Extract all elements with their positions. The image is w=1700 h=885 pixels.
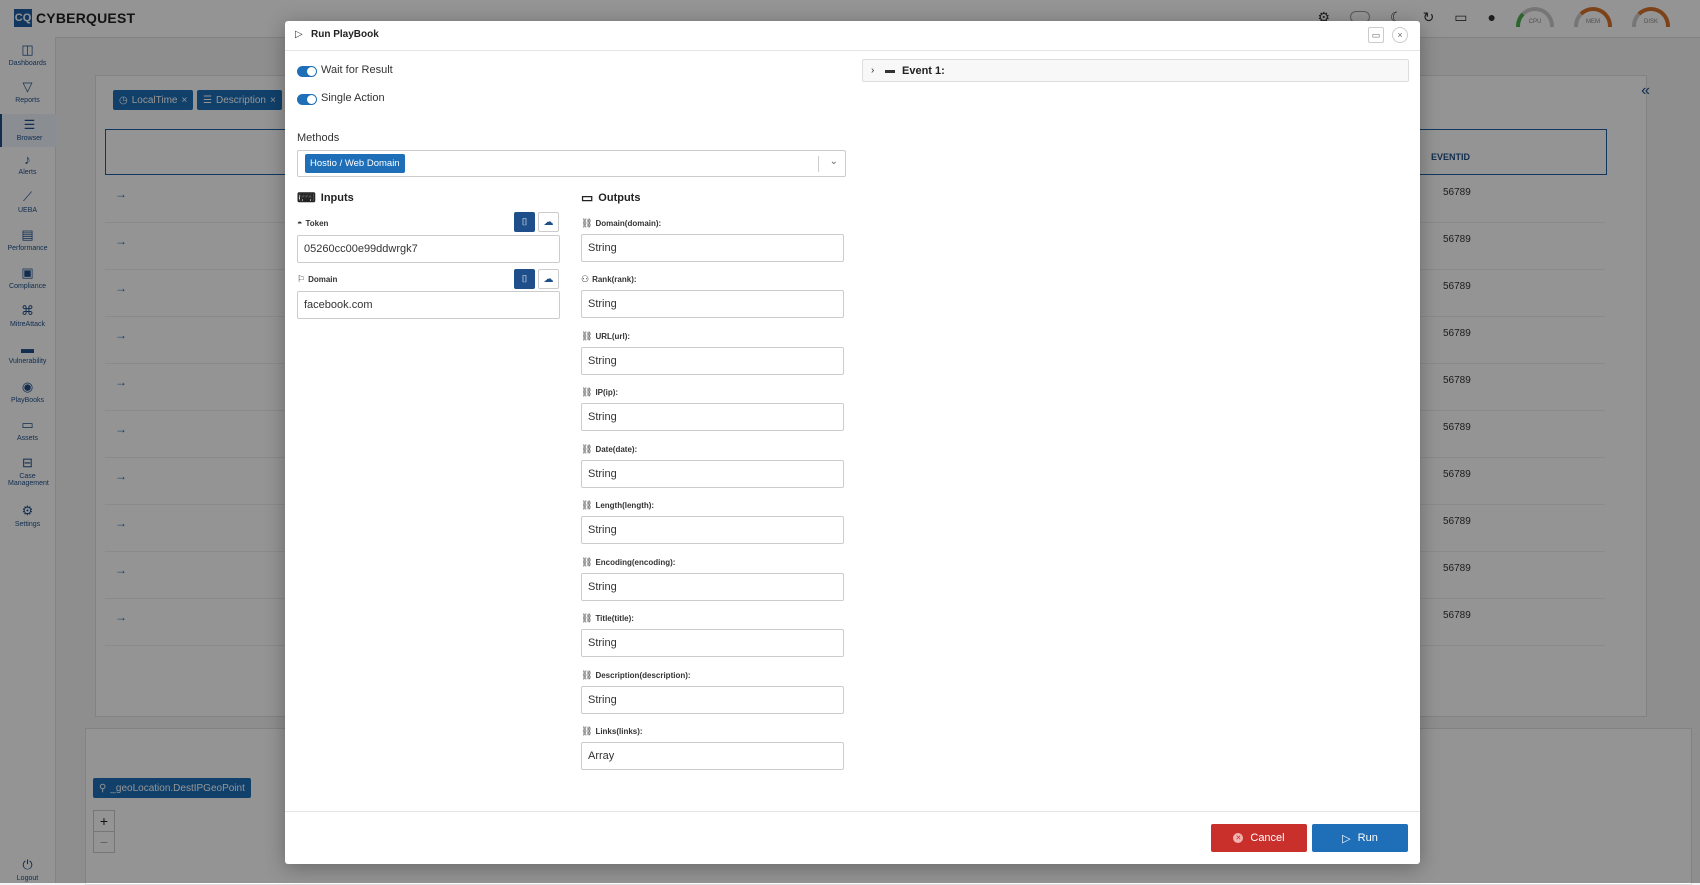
inputs-section-title: ⌨ Inputs [297, 190, 354, 206]
event-label: Event 1: [902, 65, 945, 77]
output-label-text: Rank(rank): [592, 275, 637, 284]
modal-title: Run PlayBook [311, 29, 379, 40]
output-length-field[interactable]: String [581, 516, 844, 544]
domain-icon: ⚐ [297, 274, 306, 284]
inputs-title: Inputs [320, 192, 354, 204]
output-label-text: Length(length): [595, 501, 655, 510]
output-url-field[interactable]: String [581, 347, 844, 375]
link-icon: ⛓ [581, 726, 593, 736]
camera-button[interactable]: ⌷ [514, 212, 535, 232]
token-label-text: Token [305, 218, 329, 228]
output-label: ⛓ URL(url): [581, 331, 630, 342]
output-ip-field[interactable]: String [581, 403, 844, 431]
single-action-toggle[interactable] [297, 94, 317, 105]
output-label: ⛓ Domain(domain): [581, 218, 661, 229]
output-label: ⛓ Encoding(encoding): [581, 557, 675, 568]
output-label-text: Description(description): [595, 671, 691, 680]
cloud-icon: ☁ [543, 273, 554, 285]
select-divider [818, 156, 819, 172]
token-icon: ◓ [297, 218, 303, 228]
output-rank-field[interactable]: String [581, 290, 844, 318]
link-icon: ⛓ [581, 387, 593, 397]
method-chip[interactable]: Hostio / Web Domain [305, 154, 405, 173]
output-label: ⛓ IP(ip): [581, 387, 618, 398]
keyboard-icon: ⌨ [297, 190, 316, 205]
output-label: ⛓ Date(date): [581, 444, 637, 455]
link-icon: ⛓ [581, 670, 593, 680]
link-icon: ⛓ [581, 500, 593, 510]
run-button[interactable]: ▷ Run [1312, 824, 1408, 852]
cloud-icon: ☁ [543, 216, 554, 228]
output-description-field[interactable]: String [581, 686, 844, 714]
output-label-text: Title(title): [595, 614, 634, 623]
output-label: ⛓ Description(description): [581, 670, 691, 681]
output-label-text: Links(links): [595, 727, 643, 736]
close-icon[interactable]: × [1392, 27, 1408, 43]
variable-button[interactable]: ☁ [538, 269, 559, 289]
link-icon: ⛓ [581, 218, 593, 228]
output-label-text: Domain(domain): [595, 219, 662, 228]
output-domain-field[interactable]: String [581, 234, 844, 262]
chevron-down-icon[interactable]: ⌄ [830, 156, 838, 167]
output-label-text: Date(date): [595, 445, 638, 454]
output-label-text: IP(ip): [595, 388, 619, 397]
camera-button[interactable]: ⌷ [514, 269, 535, 289]
run-playbook-modal: ▷ Run PlayBook ▭ × Wait for Result Singl… [285, 21, 1420, 864]
output-title-field[interactable]: String [581, 629, 844, 657]
output-label: ⛓ Length(length): [581, 500, 654, 511]
wait-for-result-label: Wait for Result [321, 64, 393, 76]
outputs-title: Outputs [598, 192, 641, 204]
link-icon: ⛓ [581, 444, 593, 454]
variable-button[interactable]: ☁ [538, 212, 559, 232]
modal-header: ▷ Run PlayBook ▭ × [285, 21, 1420, 51]
event-accordion[interactable]: › ▬ Event 1: [862, 59, 1409, 82]
modal-footer: ✕ Cancel ▷ Run [285, 811, 1420, 865]
link-icon: ⛓ [581, 613, 593, 623]
output-label: ⛓ Links(links): [581, 726, 643, 737]
token-input[interactable]: 05260cc00e99ddwrgk7 [297, 235, 560, 263]
output-label: ⚇ Rank(rank): [581, 274, 637, 285]
token-label: ◓ Token [297, 218, 328, 228]
domain-label-text: Domain [308, 275, 338, 284]
play-icon: ▷ [295, 29, 303, 40]
single-action-label: Single Action [321, 92, 385, 104]
domain-label: ⚐ Domain [297, 274, 337, 285]
output-label-text: URL(url): [595, 332, 631, 341]
link-icon: ⛓ [581, 331, 593, 341]
methods-select[interactable]: Hostio / Web Domain ⌄ [297, 150, 846, 177]
cancel-button[interactable]: ✕ Cancel [1211, 824, 1307, 852]
hierarchy-icon: ⚇ [581, 274, 590, 284]
camera-icon: ⌷ [521, 273, 528, 285]
cancel-icon: ✕ [1233, 833, 1244, 843]
domain-input[interactable]: facebook.com [297, 291, 560, 319]
folder-icon: ▬ [885, 65, 895, 76]
methods-label: Methods [297, 132, 340, 144]
link-icon: ⛓ [581, 557, 593, 567]
output-label: ⛓ Title(title): [581, 613, 634, 624]
outputs-section-title: ▭ Outputs [581, 190, 640, 206]
play-icon: ▷ [1342, 832, 1351, 845]
cancel-label: Cancel [1250, 832, 1285, 844]
wait-for-result-toggle[interactable] [297, 66, 317, 77]
run-label: Run [1357, 832, 1378, 844]
output-label-text: Encoding(encoding): [595, 558, 676, 567]
monitor-icon: ▭ [581, 190, 594, 205]
chevron-right-icon[interactable]: › [871, 65, 874, 76]
output-date-field[interactable]: String [581, 460, 844, 488]
camera-icon: ⌷ [521, 216, 528, 228]
output-encoding-field[interactable]: String [581, 573, 844, 601]
output-links-field[interactable]: Array [581, 742, 844, 770]
maximize-icon[interactable]: ▭ [1368, 27, 1384, 43]
